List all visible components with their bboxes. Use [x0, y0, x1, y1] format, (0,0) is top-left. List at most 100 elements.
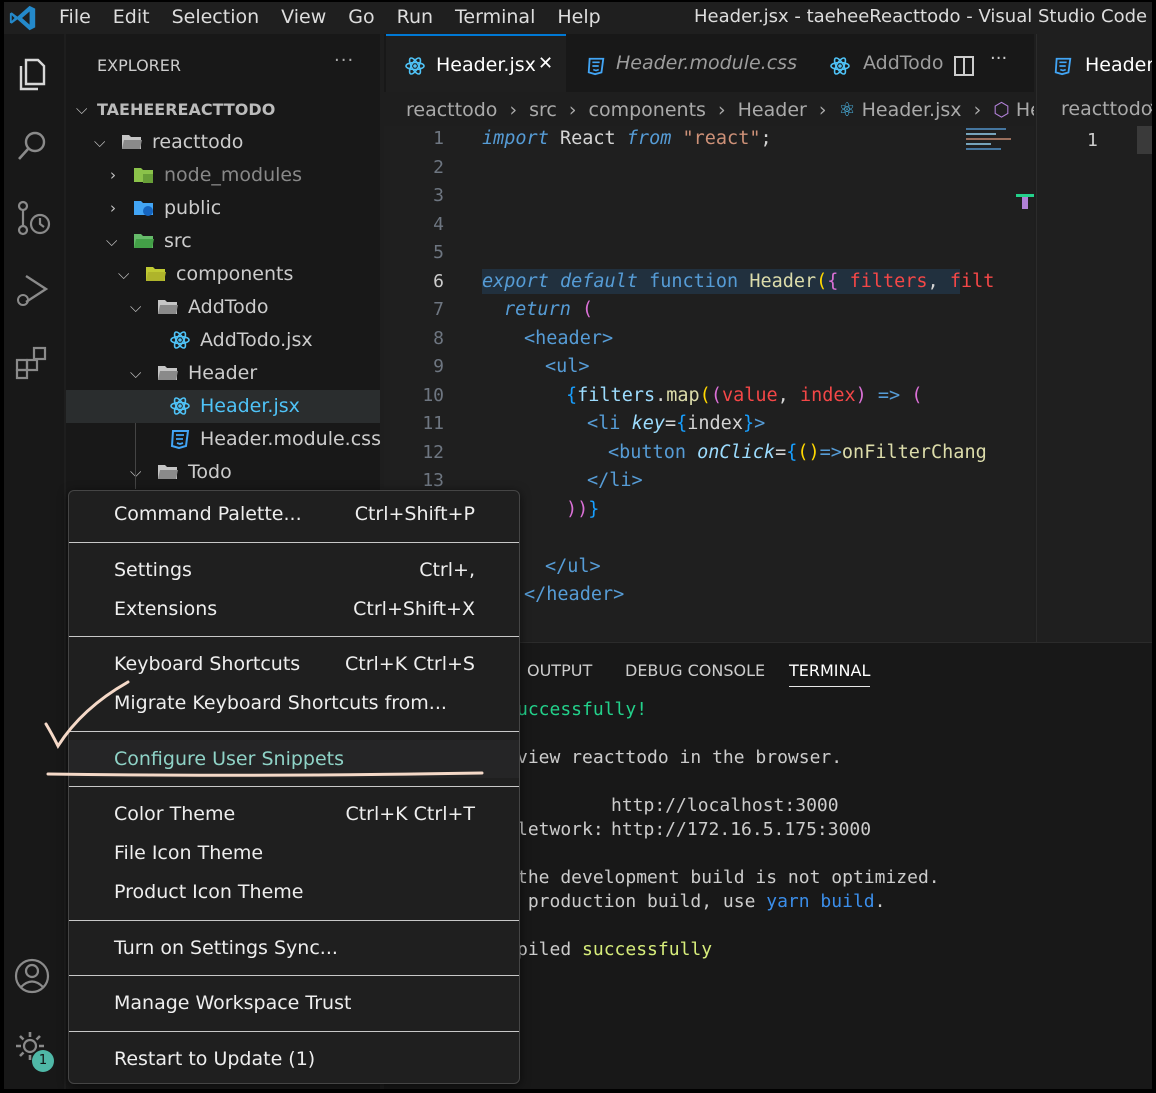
menu-separator: [69, 920, 519, 921]
tree-item-components[interactable]: ⌵ components: [66, 258, 380, 291]
terminal-line: letwork:: [517, 819, 604, 840]
search-icon[interactable]: [12, 126, 52, 166]
editor-more-actions-icon[interactable]: ···: [990, 48, 1007, 69]
public-folder-icon: [134, 201, 153, 216]
menu-item-product-icon-theme[interactable]: Product Icon Theme: [69, 873, 519, 911]
menu-separator: [69, 1031, 519, 1032]
terminal-line: piled successfully: [517, 939, 713, 960]
tree-item-todo-folder[interactable]: ⌵ Todo: [66, 456, 380, 489]
close-icon[interactable]: ✕: [538, 32, 553, 96]
menu-edit[interactable]: Edit: [102, 2, 161, 34]
menu-item-file-icon-theme[interactable]: File Icon Theme: [69, 834, 519, 872]
menu-help[interactable]: Help: [546, 2, 611, 34]
css-icon: [1054, 57, 1072, 76]
components-folder-icon: [146, 267, 166, 281]
menu-item-keyboard-shortcuts[interactable]: Keyboard Shortcuts Ctrl+K Ctrl+S: [69, 645, 519, 683]
chevron-right-icon: ›: [717, 99, 726, 121]
menu-run[interactable]: Run: [386, 2, 444, 34]
menu-item-migrate-keyboard-shortcuts[interactable]: Migrate Keyboard Shortcuts from...: [69, 684, 519, 722]
workspace-root[interactable]: ⌵ TAEHEEREACTTODO: [66, 93, 380, 126]
tree-item-src[interactable]: ⌵ src: [66, 225, 380, 258]
tab-debug-console[interactable]: DEBUG CONSOLE: [625, 661, 765, 680]
terminal-line: the development build is not optimized.: [517, 867, 940, 888]
menu-item-extensions[interactable]: Extensions Ctrl+Shift+X: [69, 590, 519, 628]
chevron-right-icon: ›: [568, 99, 577, 121]
activity-bar: 1: [4, 34, 64, 1089]
update-badge: 1: [32, 1050, 54, 1072]
code-line: <li key={index}>: [587, 413, 766, 434]
code-line: import React from "react";: [482, 128, 772, 149]
split-editor-icon[interactable]: [954, 56, 974, 76]
symbol-method-icon: ⬡: [993, 99, 1010, 121]
folder-open-icon: [158, 366, 178, 380]
code-line: </ul>: [545, 556, 601, 577]
terminal-line: http://172.16.5.175:3000: [611, 819, 872, 840]
tab-header-module-css[interactable]: Header.module.css: [566, 34, 797, 92]
tab-output[interactable]: OUTPUT: [527, 661, 592, 680]
menu-item-restart-to-update[interactable]: Restart to Update (1): [69, 1040, 519, 1078]
terminal-line: view reacttodo in the browser.: [517, 747, 843, 768]
breadcrumb-item[interactable]: reacttodo: [406, 99, 497, 121]
title-bar: File Edit Selection View Go Run Terminal…: [4, 2, 1152, 34]
tree-item-reacttodo[interactable]: ⌵ reacttodo: [66, 126, 380, 159]
code-line: export default function Header({ filters…: [482, 271, 995, 292]
folder-open-icon: [158, 300, 178, 314]
menu-file[interactable]: File: [48, 2, 102, 34]
menu-item-color-theme[interactable]: Color Theme Ctrl+K Ctrl+T: [69, 795, 519, 833]
accounts-icon[interactable]: [12, 956, 52, 996]
menu-item-configure-user-snippets[interactable]: Configure User Snippets: [69, 740, 519, 778]
terminal-line: production build, use yarn build.: [517, 891, 886, 912]
menu-go[interactable]: Go: [337, 2, 385, 34]
menu-terminal[interactable]: Terminal: [444, 2, 546, 34]
tree-item-header-jsx[interactable]: Header.jsx: [66, 390, 380, 423]
tab-secondary-header[interactable]: Header.r: [1085, 54, 1152, 76]
react-icon: [830, 57, 850, 75]
terminal-line: uccessfully!: [517, 699, 648, 720]
menu-separator: [69, 636, 519, 637]
menu-selection[interactable]: Selection: [161, 2, 271, 34]
chevron-down-icon: ⌵: [94, 133, 106, 151]
menu-item-command-palette[interactable]: Command Palette... Ctrl+Shift+P: [69, 495, 519, 533]
breadcrumb-item[interactable]: Header.jsx: [862, 99, 962, 121]
run-debug-icon[interactable]: [12, 270, 52, 310]
manage-context-menu: Command Palette... Ctrl+Shift+P Settings C…: [68, 490, 520, 1084]
explorer-title: EXPLORER: [97, 56, 181, 75]
code-line: </li>: [587, 470, 643, 491]
breadcrumb-item[interactable]: src: [529, 99, 557, 121]
code-line: <header>: [524, 328, 614, 349]
code-line: </header>: [524, 584, 625, 605]
tree-item-header-module-css[interactable]: Header.module.css: [66, 423, 381, 456]
tree-item-public[interactable]: › public: [66, 192, 380, 225]
text-cursor-area: [1137, 126, 1152, 154]
src-folder-icon: [134, 234, 154, 248]
vscode-logo-icon: [9, 5, 36, 31]
menu-item-settings-sync[interactable]: Turn on Settings Sync...: [69, 929, 519, 967]
menu-separator: [69, 975, 519, 976]
chevron-right-icon: ›: [509, 99, 518, 121]
breadcrumb-item[interactable]: reacttodo: [1061, 98, 1152, 120]
react-icon: [170, 397, 190, 415]
breadcrumb-item[interactable]: Header: [738, 99, 807, 121]
breadcrumb-item[interactable]: components: [589, 99, 706, 121]
code-line: return (: [504, 299, 594, 320]
explorer-icon[interactable]: [12, 54, 52, 94]
tree-item-node-modules[interactable]: › node_modules: [66, 159, 380, 192]
node-folder-icon: [134, 168, 153, 183]
react-icon: [405, 57, 425, 75]
tree-item-addtodo-jsx[interactable]: AddTodo.jsx: [66, 324, 380, 357]
vscode-window: File Edit Selection View Go Run Terminal…: [2, 0, 1154, 1091]
more-actions-icon[interactable]: ···: [334, 50, 354, 71]
breadcrumb-item[interactable]: Header: [1016, 99, 1034, 121]
tab-header-jsx[interactable]: Header.jsx ✕: [386, 34, 566, 92]
tab-terminal[interactable]: TERMINAL: [789, 661, 871, 687]
tree-item-header-folder[interactable]: ⌵ Header: [66, 357, 380, 390]
menu-item-settings[interactable]: Settings Ctrl+,: [69, 551, 519, 589]
menu-separator: [69, 731, 519, 732]
menu-item-manage-workspace-trust[interactable]: Manage Workspace Trust: [69, 984, 519, 1022]
source-control-icon[interactable]: [12, 198, 52, 238]
extensions-icon[interactable]: [12, 342, 52, 382]
menu-view[interactable]: View: [270, 2, 337, 34]
minimap[interactable]: [966, 126, 1016, 166]
tab-addtodo[interactable]: AddTodo: [809, 34, 959, 92]
tree-item-addtodo-folder[interactable]: ⌵ AddTodo: [66, 291, 380, 324]
